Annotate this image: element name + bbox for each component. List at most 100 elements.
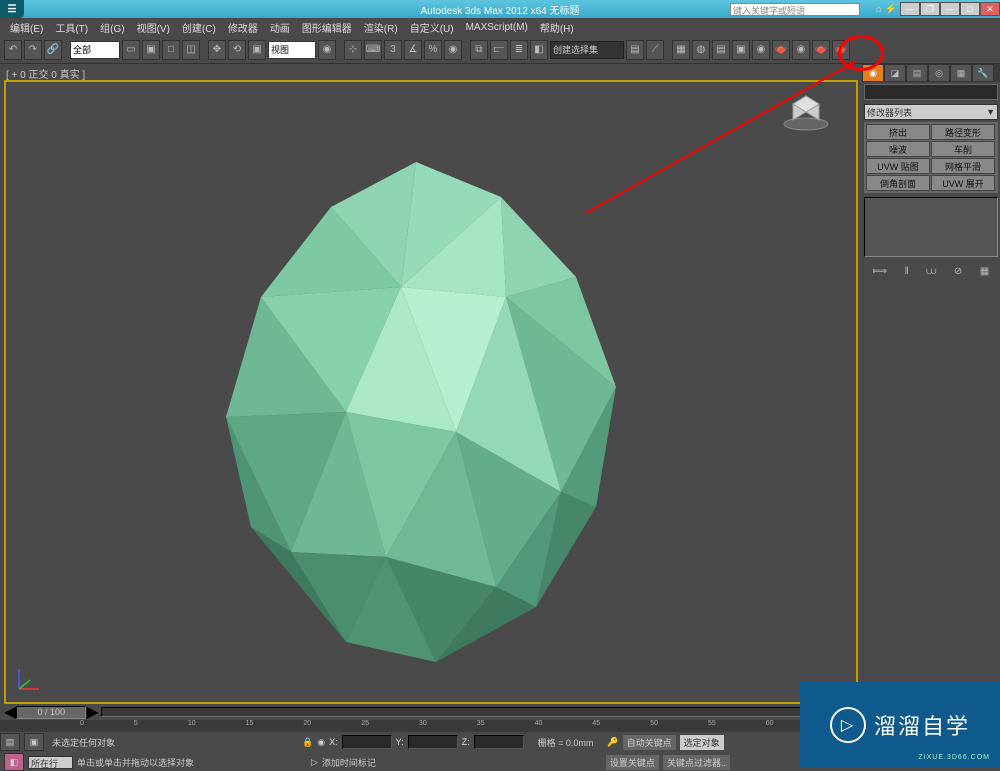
scale-button[interactable]: ▣ (248, 40, 266, 60)
modify-tab[interactable]: ◪ (884, 64, 906, 82)
app-logo[interactable]: ☰ (0, 0, 24, 18)
filter-dropdown[interactable]: 全部 (70, 41, 120, 59)
quick-render-button[interactable]: 🫖 (772, 40, 790, 60)
menu-animation[interactable]: 动画 (264, 20, 296, 35)
selected-button[interactable]: 选定对象 (680, 735, 724, 750)
spinner-snap-button[interactable]: ◉ (444, 40, 462, 60)
minimize2-button[interactable]: — (940, 2, 960, 16)
menu-edit[interactable]: 编辑(E) (4, 20, 49, 35)
named-sel-dropdown[interactable]: 创建选择集 (550, 41, 624, 59)
menu-view[interactable]: 视图(V) (131, 20, 176, 35)
rotate-button[interactable]: ⟲ (228, 40, 246, 60)
modifier-pathdeform[interactable]: 路径变形 (931, 124, 995, 140)
menu-help[interactable]: 帮助(H) (534, 20, 580, 35)
schematic-button[interactable]: ▦ (672, 40, 690, 60)
modifier-meshsmooth[interactable]: 网格平滑 (931, 158, 995, 174)
utilities-tab[interactable]: 🔧 (972, 64, 994, 82)
percent-snap-button[interactable]: % (424, 40, 442, 60)
render-setup-button[interactable]: ▤ (712, 40, 730, 60)
time-right-button[interactable]: ▶ (86, 702, 98, 722)
modifier-uvwmap[interactable]: UVW 贴图 (866, 158, 930, 174)
restore-button[interactable]: ❐ (920, 2, 940, 16)
configure-icon[interactable]: ▦ (980, 266, 989, 277)
menu-create[interactable]: 创建(C) (176, 20, 222, 35)
z-coord[interactable] (474, 735, 524, 749)
display-tab[interactable]: ▦ (950, 64, 972, 82)
angle-snap-button[interactable]: ∡ (404, 40, 422, 60)
hierarchy-tab[interactable]: ▤ (906, 64, 928, 82)
create-tab[interactable]: ◉ (862, 64, 884, 82)
show-result-icon[interactable]: ‖ (905, 266, 909, 277)
object-name-field[interactable] (864, 84, 998, 100)
manipulate-button[interactable]: ⊹ (344, 40, 362, 60)
maxscript-icon[interactable]: ▤ (0, 733, 20, 751)
select-button[interactable]: ▭ (122, 40, 140, 60)
listener-icon[interactable]: ▣ (24, 733, 44, 751)
close-button[interactable]: ✕ (980, 2, 1000, 16)
mirror-button[interactable]: ⧉ (470, 40, 488, 60)
render-button[interactable]: ◉ (752, 40, 770, 60)
menu-customize[interactable]: 自定义(U) (404, 20, 460, 35)
autokey-button[interactable]: 自动关键点 (623, 735, 676, 750)
modifier-stack[interactable] (864, 197, 998, 257)
ref-coord-dropdown[interactable]: 视图 (268, 41, 316, 59)
rect-select-button[interactable]: □ (162, 40, 180, 60)
render-preset-button[interactable]: 🫖 (812, 40, 830, 60)
viewport-label[interactable]: [ + 0 正交 0 真实 ] (0, 64, 862, 80)
setkey-button[interactable]: 设置关键点 (606, 755, 659, 770)
material-editor-button[interactable]: ◍ (692, 40, 710, 60)
pin-stack-icon[interactable]: ⟾ (873, 266, 887, 277)
teapot-button[interactable]: 🫖 (832, 40, 850, 60)
modifier-extrude[interactable]: 挤出 (866, 124, 930, 140)
viewcube[interactable] (781, 92, 831, 132)
x-coord[interactable] (342, 735, 392, 749)
viewport[interactable] (4, 80, 858, 704)
link-button[interactable]: 🔗 (44, 40, 62, 60)
keyboard-button[interactable]: ⌨ (364, 40, 382, 60)
align-button[interactable]: ⫍ (490, 40, 508, 60)
watermark-url: ZIXUE.3D66.COM (918, 754, 990, 761)
layer-mgr-button[interactable]: ▤ (626, 40, 644, 60)
modifier-list-dropdown[interactable]: 修改器列表▼ (864, 104, 998, 120)
remove-mod-icon[interactable]: ⊘ (954, 266, 962, 277)
redo-button[interactable]: ↷ (24, 40, 42, 60)
render-prod-button[interactable]: ◉ (792, 40, 810, 60)
layer-button[interactable]: ≣ (510, 40, 528, 60)
window-crossing-button[interactable]: ◫ (182, 40, 200, 60)
trackbar-icon[interactable]: ◧ (4, 753, 24, 771)
snap-button[interactable]: 3 (384, 40, 402, 60)
menu-tools[interactable]: 工具(T) (49, 20, 94, 35)
command-panel-tabs: ◉ ◪ ▤ ◎ ▦ 🔧 (862, 64, 1000, 82)
search-input[interactable]: 键入关键字或短语 (730, 3, 860, 16)
maximize-button[interactable]: □ (960, 2, 980, 16)
minimize-button[interactable]: — (900, 2, 920, 16)
modifier-uvwunwrap[interactable]: UVW 展开 (931, 175, 995, 191)
curve-editor-button[interactable]: ⟋ (646, 40, 664, 60)
select-name-button[interactable]: ▣ (142, 40, 160, 60)
y-coord[interactable] (408, 735, 458, 749)
lock-icon[interactable]: 🔒 (302, 737, 313, 748)
modifier-lathe[interactable]: 车削 (931, 141, 995, 157)
isolate-icon[interactable]: ◉ (317, 737, 325, 748)
undo-button[interactable]: ↶ (4, 40, 22, 60)
menu-modifiers[interactable]: 修改器 (222, 20, 264, 35)
modifier-noise[interactable]: 噪波 (866, 141, 930, 157)
menu-maxscript[interactable]: MAXScript(M) (460, 22, 534, 33)
make-unique-icon[interactable]: ⩊ (926, 266, 936, 277)
menu-render[interactable]: 渲染(R) (358, 20, 404, 35)
modifier-bevelprofile[interactable]: 倒角剖面 (866, 175, 930, 191)
window-title: Autodesk 3ds Max 2012 x64 无标题 (421, 2, 580, 17)
ribbon-button[interactable]: ◧ (530, 40, 548, 60)
keyfilter-button[interactable]: 关键点过滤器.. (663, 755, 730, 770)
menu-group[interactable]: 组(G) (94, 20, 130, 35)
move-button[interactable]: ✥ (208, 40, 226, 60)
render-frame-button[interactable]: ▣ (732, 40, 750, 60)
menu-graph[interactable]: 图形编辑器 (296, 20, 358, 35)
motion-tab[interactable]: ◎ (928, 64, 950, 82)
timetag-icon[interactable]: ▷ (311, 757, 318, 768)
key-icon[interactable]: 🔑 (607, 737, 618, 748)
time-left-button[interactable]: ◀ (4, 702, 16, 722)
time-position[interactable]: 0 / 100 (16, 706, 86, 719)
pivot-button[interactable]: ◉ (318, 40, 336, 60)
geosphere-object[interactable] (176, 137, 656, 704)
